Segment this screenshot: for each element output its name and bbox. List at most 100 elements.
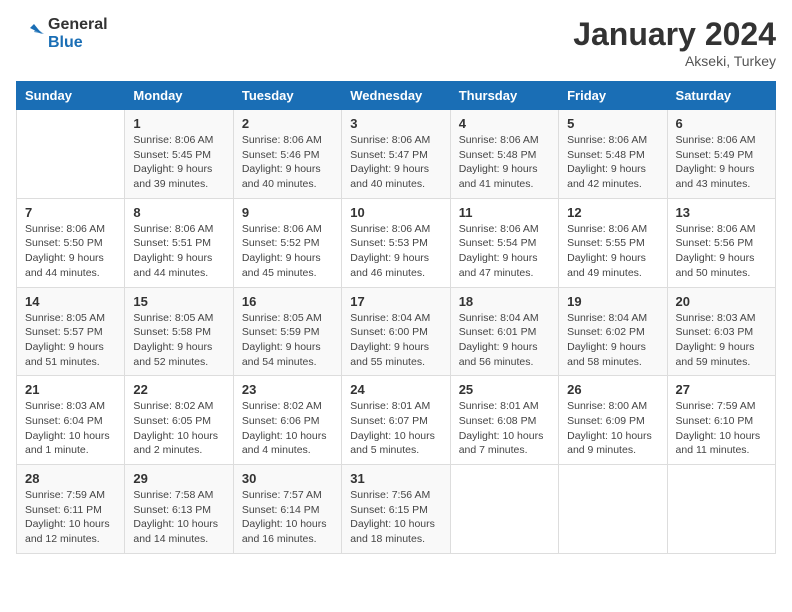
calendar-cell: 2 Sunrise: 8:06 AM Sunset: 5:46 PM Daylig…	[233, 110, 341, 199]
day-info: Sunrise: 8:06 AM Sunset: 5:55 PM Dayligh…	[567, 222, 658, 281]
calendar-cell: 5Sunrise: 8:06 AM Sunset: 5:48 PM Daylig…	[559, 110, 667, 199]
title-block: January 2024 Akseki, Turkey	[573, 16, 776, 69]
day-info: Sunrise: 8:04 AM Sunset: 6:01 PM Dayligh…	[459, 311, 550, 370]
day-header-monday: Monday	[125, 82, 233, 110]
week-row-4: 21 Sunrise: 8:03 AM Sunset: 6:04 PM Dayli…	[17, 376, 776, 465]
day-number: 18	[459, 294, 550, 309]
day-info: Sunrise: 8:02 AM Sunset: 6:05 PM Dayligh…	[133, 399, 224, 458]
day-info: Sunrise: 8:06 AM Sunset: 5:47 PM Dayligh…	[350, 133, 441, 192]
day-info: Sunrise: 8:06 AM Sunset: 5:54 PM Dayligh…	[459, 222, 550, 281]
day-info: Sunrise: 8:05 AM Sunset: 5:59 PM Dayligh…	[242, 311, 333, 370]
calendar-cell: 27 Sunrise: 7:59 AM Sunset: 6:10 PM Dayli…	[667, 376, 775, 465]
day-number: 16	[242, 294, 333, 309]
day-info: Sunrise: 8:06 AM Sunset: 5:56 PM Dayligh…	[676, 222, 767, 281]
day-info: Sunrise: 7:56 AM Sunset: 6:15 PM Dayligh…	[350, 488, 441, 547]
calendar-cell: 10 Sunrise: 8:06 AM Sunset: 5:53 PM Dayli…	[342, 198, 450, 287]
location-subtitle: Akseki, Turkey	[573, 53, 776, 69]
calendar-cell	[667, 465, 775, 554]
calendar-table: SundayMondayTuesdayWednesdayThursdayFrid…	[16, 81, 776, 554]
day-number: 6	[676, 116, 767, 131]
day-info: Sunrise: 8:05 AM Sunset: 5:58 PM Dayligh…	[133, 311, 224, 370]
day-number: 12	[567, 205, 658, 220]
day-info: Sunrise: 8:06 AM Sunset: 5:50 PM Dayligh…	[25, 222, 116, 281]
day-info: Sunrise: 8:03 AM Sunset: 6:04 PM Dayligh…	[25, 399, 116, 458]
day-info: Sunrise: 8:01 AM Sunset: 6:07 PM Dayligh…	[350, 399, 441, 458]
calendar-cell: 13 Sunrise: 8:06 AM Sunset: 5:56 PM Dayli…	[667, 198, 775, 287]
logo-text-general: General	[48, 16, 108, 34]
day-number: 21	[25, 382, 116, 397]
day-number: 19	[567, 294, 658, 309]
week-row-3: 14 Sunrise: 8:05 AM Sunset: 5:57 PM Dayli…	[17, 287, 776, 376]
day-number: 1	[133, 116, 224, 131]
day-info: Sunrise: 8:06 AM Sunset: 5:46 PM Dayligh…	[242, 133, 333, 192]
calendar-header-row: SundayMondayTuesdayWednesdayThursdayFrid…	[17, 82, 776, 110]
day-number: 3	[350, 116, 441, 131]
calendar-cell: 29 Sunrise: 7:58 AM Sunset: 6:13 PM Dayli…	[125, 465, 233, 554]
day-number: 7	[25, 205, 116, 220]
day-number: 15	[133, 294, 224, 309]
calendar-cell: 19 Sunrise: 8:04 AM Sunset: 6:02 PM Dayli…	[559, 287, 667, 376]
calendar-cell: 26Sunrise: 8:00 AM Sunset: 6:09 PM Dayli…	[559, 376, 667, 465]
day-info: Sunrise: 8:03 AM Sunset: 6:03 PM Dayligh…	[676, 311, 767, 370]
day-info: Sunrise: 8:05 AM Sunset: 5:57 PM Dayligh…	[25, 311, 116, 370]
day-info: Sunrise: 8:06 AM Sunset: 5:48 PM Dayligh…	[567, 133, 658, 192]
day-info: Sunrise: 8:04 AM Sunset: 6:00 PM Dayligh…	[350, 311, 441, 370]
day-info: Sunrise: 8:02 AM Sunset: 6:06 PM Dayligh…	[242, 399, 333, 458]
day-number: 25	[459, 382, 550, 397]
day-number: 30	[242, 471, 333, 486]
day-number: 13	[676, 205, 767, 220]
day-info: Sunrise: 8:06 AM Sunset: 5:45 PM Dayligh…	[133, 133, 224, 192]
calendar-cell	[450, 465, 558, 554]
day-header-wednesday: Wednesday	[342, 82, 450, 110]
day-info: Sunrise: 8:06 AM Sunset: 5:51 PM Dayligh…	[133, 222, 224, 281]
calendar-cell: 23 Sunrise: 8:02 AM Sunset: 6:06 PM Dayli…	[233, 376, 341, 465]
calendar-cell: 1 Sunrise: 8:06 AM Sunset: 5:45 PM Daylig…	[125, 110, 233, 199]
day-info: Sunrise: 8:06 AM Sunset: 5:52 PM Dayligh…	[242, 222, 333, 281]
day-info: Sunrise: 7:58 AM Sunset: 6:13 PM Dayligh…	[133, 488, 224, 547]
calendar-cell: 21 Sunrise: 8:03 AM Sunset: 6:04 PM Dayli…	[17, 376, 125, 465]
day-number: 23	[242, 382, 333, 397]
day-number: 4	[459, 116, 550, 131]
day-number: 20	[676, 294, 767, 309]
day-number: 8	[133, 205, 224, 220]
page-header: General Blue January 2024 Akseki, Turkey	[16, 16, 776, 69]
day-header-thursday: Thursday	[450, 82, 558, 110]
day-header-friday: Friday	[559, 82, 667, 110]
week-row-5: 28Sunrise: 7:59 AM Sunset: 6:11 PM Dayli…	[17, 465, 776, 554]
day-number: 29	[133, 471, 224, 486]
day-number: 14	[25, 294, 116, 309]
calendar-cell: 25Sunrise: 8:01 AM Sunset: 6:08 PM Dayli…	[450, 376, 558, 465]
calendar-cell: 3 Sunrise: 8:06 AM Sunset: 5:47 PM Daylig…	[342, 110, 450, 199]
day-number: 10	[350, 205, 441, 220]
day-number: 2	[242, 116, 333, 131]
calendar-cell: 16 Sunrise: 8:05 AM Sunset: 5:59 PM Dayli…	[233, 287, 341, 376]
day-info: Sunrise: 7:59 AM Sunset: 6:11 PM Dayligh…	[25, 488, 116, 547]
day-header-tuesday: Tuesday	[233, 82, 341, 110]
calendar-cell: 12 Sunrise: 8:06 AM Sunset: 5:55 PM Dayli…	[559, 198, 667, 287]
calendar-cell: 18 Sunrise: 8:04 AM Sunset: 6:01 PM Dayli…	[450, 287, 558, 376]
day-info: Sunrise: 7:59 AM Sunset: 6:10 PM Dayligh…	[676, 399, 767, 458]
calendar-cell: 11 Sunrise: 8:06 AM Sunset: 5:54 PM Dayli…	[450, 198, 558, 287]
calendar-cell: 20 Sunrise: 8:03 AM Sunset: 6:03 PM Dayli…	[667, 287, 775, 376]
day-number: 27	[676, 382, 767, 397]
logo-text-blue: Blue	[48, 34, 108, 52]
calendar-cell: 7 Sunrise: 8:06 AM Sunset: 5:50 PM Daylig…	[17, 198, 125, 287]
day-number: 9	[242, 205, 333, 220]
day-number: 31	[350, 471, 441, 486]
logo: General Blue	[16, 16, 108, 51]
logo-bird-icon	[16, 20, 44, 48]
day-info: Sunrise: 8:04 AM Sunset: 6:02 PM Dayligh…	[567, 311, 658, 370]
week-row-1: 1 Sunrise: 8:06 AM Sunset: 5:45 PM Daylig…	[17, 110, 776, 199]
day-info: Sunrise: 7:57 AM Sunset: 6:14 PM Dayligh…	[242, 488, 333, 547]
calendar-cell: 24Sunrise: 8:01 AM Sunset: 6:07 PM Dayli…	[342, 376, 450, 465]
calendar-cell: 15 Sunrise: 8:05 AM Sunset: 5:58 PM Dayli…	[125, 287, 233, 376]
main-title: January 2024	[573, 16, 776, 53]
calendar-cell: 8 Sunrise: 8:06 AM Sunset: 5:51 PM Daylig…	[125, 198, 233, 287]
calendar-cell: 9 Sunrise: 8:06 AM Sunset: 5:52 PM Daylig…	[233, 198, 341, 287]
day-number: 11	[459, 205, 550, 220]
day-info: Sunrise: 8:00 AM Sunset: 6:09 PM Dayligh…	[567, 399, 658, 458]
day-info: Sunrise: 8:06 AM Sunset: 5:49 PM Dayligh…	[676, 133, 767, 192]
calendar-cell: 22Sunrise: 8:02 AM Sunset: 6:05 PM Dayli…	[125, 376, 233, 465]
day-info: Sunrise: 8:06 AM Sunset: 5:53 PM Dayligh…	[350, 222, 441, 281]
day-info: Sunrise: 8:06 AM Sunset: 5:48 PM Dayligh…	[459, 133, 550, 192]
